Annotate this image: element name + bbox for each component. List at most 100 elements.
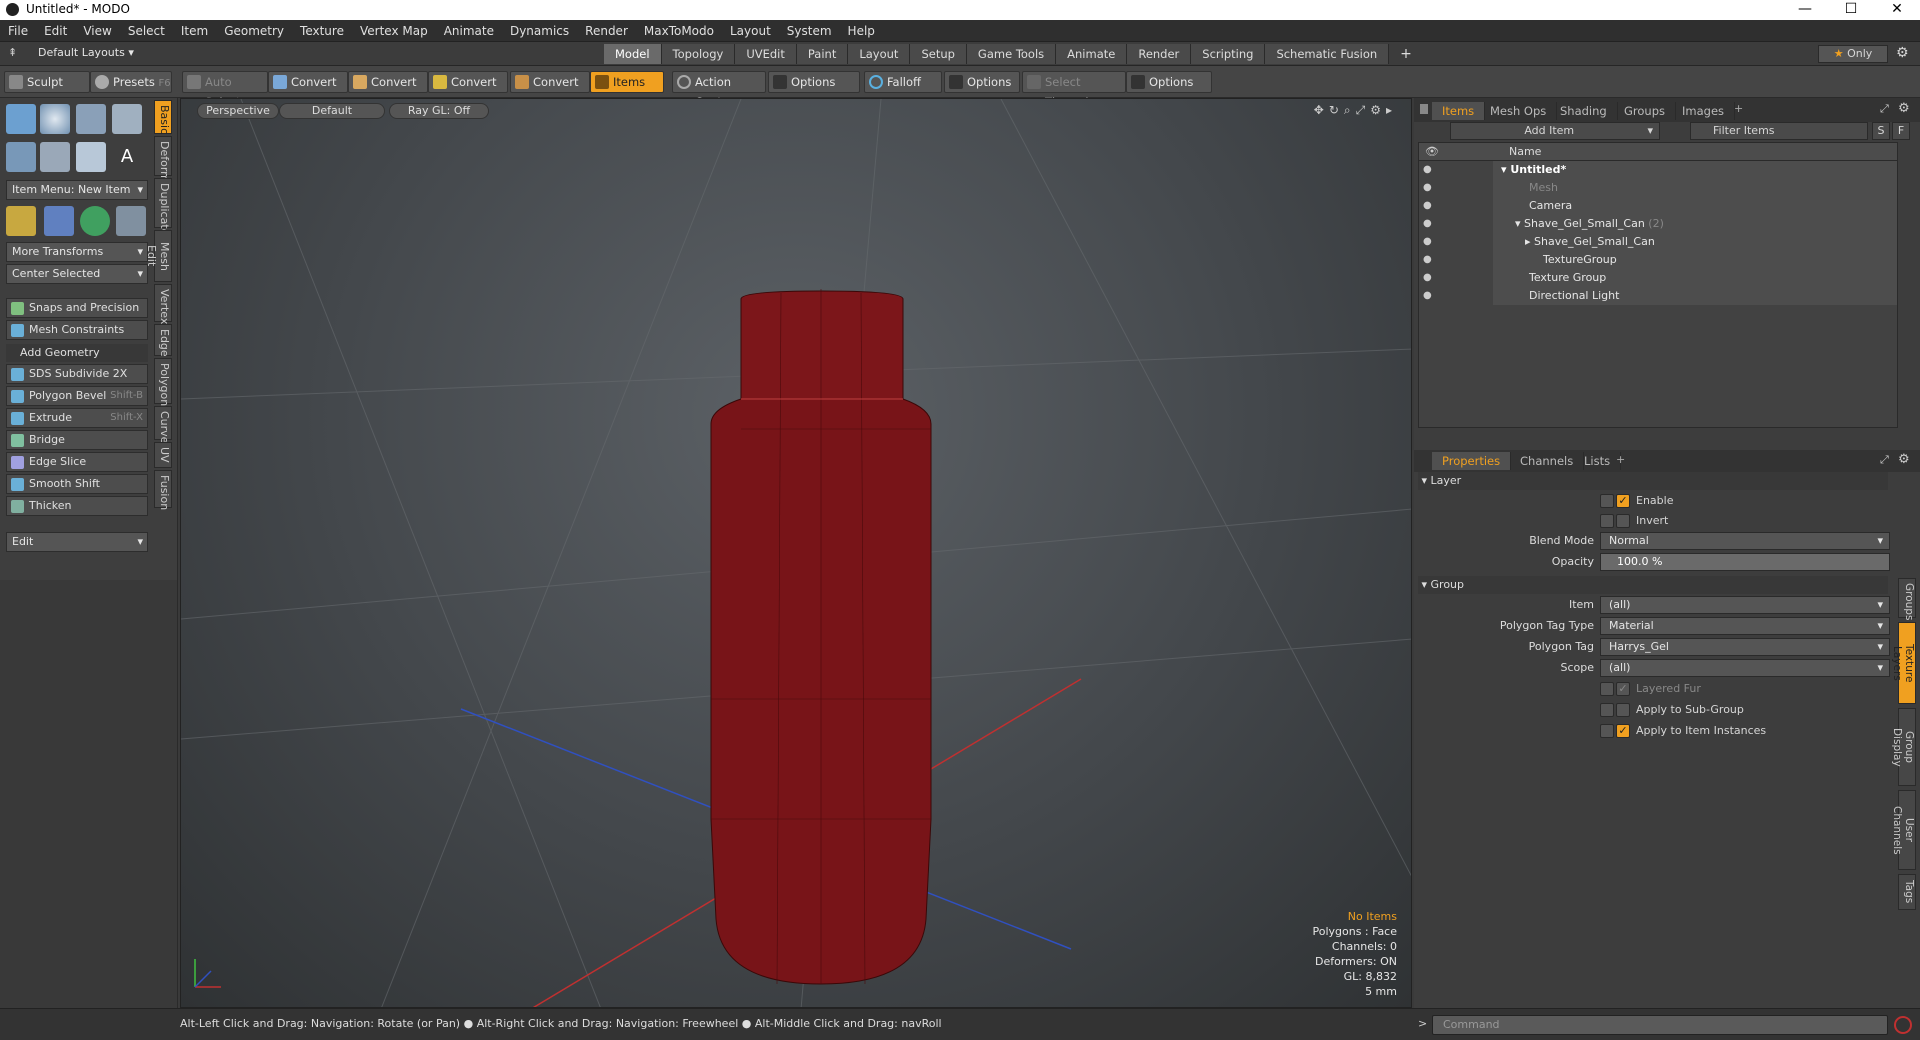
options-button-1[interactable]: Options — [768, 71, 860, 93]
tab-mesh-ops[interactable]: Mesh Ops — [1480, 102, 1558, 120]
side-tab-groups[interactable]: Groups — [1898, 578, 1916, 620]
gear-icon[interactable]: ⚙ — [1896, 45, 1909, 61]
item-select[interactable]: (all) — [1600, 596, 1890, 614]
apply-inst-toggle-off[interactable] — [1600, 724, 1614, 738]
tab-render[interactable]: Render — [1127, 44, 1192, 64]
s-button[interactable]: S — [1872, 122, 1890, 140]
text-tool-icon[interactable]: A — [112, 142, 142, 172]
invert-checkbox[interactable] — [1616, 514, 1630, 528]
tree-row-texturegroup[interactable]: ● TextureGroup — [1419, 251, 1895, 269]
tab-shading[interactable]: Shading — [1550, 102, 1618, 120]
menu-system[interactable]: System — [779, 20, 840, 42]
layer-section-header[interactable]: ▾ Layer — [1418, 472, 1888, 490]
pin-icon[interactable]: ⇞ — [8, 46, 17, 59]
f-button[interactable]: F — [1892, 122, 1910, 140]
vtab-fusion[interactable]: Fusion — [154, 470, 172, 510]
eye-icon[interactable]: ● — [1423, 272, 1435, 284]
bridge-button[interactable]: Bridge — [6, 430, 148, 450]
select-through-button[interactable]: Select Through — [1022, 71, 1126, 109]
vtab-basic[interactable]: Basic — [154, 100, 172, 134]
tree-row-mesh[interactable]: ● Mesh — [1419, 179, 1895, 197]
vtab-uv[interactable]: UV — [154, 442, 172, 468]
apply-item-instances-checkbox[interactable]: ✓ — [1616, 724, 1630, 738]
close-button[interactable]: ✕ — [1874, 0, 1920, 20]
filter-items-input[interactable]: Filter Items — [1690, 122, 1868, 140]
enable-toggle-off[interactable] — [1600, 494, 1614, 508]
menu-help[interactable]: Help — [840, 20, 883, 42]
edge-slice-button[interactable]: Edge Slice — [6, 452, 148, 472]
opacity-slider[interactable]: 100.0 % — [1600, 553, 1890, 571]
cube-icon[interactable] — [6, 104, 36, 134]
raygl-button[interactable]: Ray GL: Off — [389, 103, 489, 119]
options-button-2[interactable]: Options — [944, 71, 1020, 93]
tab-scripting[interactable]: Scripting — [1191, 44, 1266, 64]
eye-icon[interactable]: ● — [1423, 164, 1435, 176]
maximize-panel-icon[interactable]: ⤢ — [1880, 453, 1889, 467]
menu-view[interactable]: View — [75, 20, 119, 42]
convert-edge-button[interactable]: Convert — [348, 71, 428, 93]
add-tab-button[interactable]: + — [1389, 44, 1423, 64]
eye-icon[interactable]: ● — [1423, 218, 1435, 230]
transform-icon[interactable] — [6, 206, 36, 236]
item-menu-dropdown[interactable]: Item Menu: New Item — [6, 180, 148, 200]
tree-row-shave-gel-mesh[interactable]: ● ▸ Shave_Gel_Small_Can — [1419, 233, 1895, 251]
layered-fur-checkbox[interactable]: ✓ — [1616, 682, 1630, 696]
tab-lists[interactable]: Lists — [1574, 452, 1622, 470]
tab-topology[interactable]: Topology — [661, 44, 736, 64]
sculpt-button[interactable]: Sculpt — [4, 71, 90, 93]
blend-mode-select[interactable]: Normal — [1600, 532, 1890, 550]
group-section-header[interactable]: ▾ Group — [1418, 576, 1888, 594]
enable-checkbox[interactable]: ✓ — [1616, 494, 1630, 508]
convert-polygon-button[interactable]: Convert — [428, 71, 508, 93]
cylinder-icon[interactable] — [76, 104, 106, 134]
apply-sub-group-checkbox[interactable] — [1616, 703, 1630, 717]
maximize-button[interactable]: ☐ — [1828, 0, 1874, 20]
tab-paint[interactable]: Paint — [796, 44, 849, 64]
vtab-mesh-edit[interactable]: Mesh Edit — [145, 230, 172, 282]
vtab-polygon[interactable]: Polygon — [154, 358, 172, 406]
tree-row-directional-light[interactable]: ● Directional Light — [1419, 287, 1895, 305]
tab-groups[interactable]: Groups — [1614, 102, 1677, 120]
thicken-button[interactable]: Thicken — [6, 496, 148, 516]
vtab-deform[interactable]: Deform — [154, 136, 172, 182]
record-icon[interactable] — [1894, 1016, 1912, 1034]
menu-maxtomodo[interactable]: MaxToModo — [636, 20, 722, 42]
grid-icon[interactable] — [44, 206, 74, 236]
command-input[interactable]: Command — [1432, 1015, 1888, 1035]
layout-select[interactable]: Default Layouts ▾ — [38, 46, 134, 59]
apply-sub-toggle-off[interactable] — [1600, 703, 1614, 717]
add-geometry-header[interactable]: Add Geometry — [6, 344, 148, 362]
side-tab-texture-layers[interactable]: Texture Layers — [1891, 622, 1916, 704]
items-mode-button[interactable]: Items — [590, 71, 664, 93]
tree-row-texture-group[interactable]: ● Texture Group — [1419, 269, 1895, 287]
layered-fur-toggle-off[interactable] — [1600, 682, 1614, 696]
mesh-constraints-button[interactable]: Mesh Constraints — [6, 320, 148, 340]
view-type-button[interactable]: Perspective — [197, 103, 279, 119]
rotate-icon[interactable] — [80, 206, 110, 236]
smooth-shift-button[interactable]: Smooth Shift — [6, 474, 148, 494]
auto-select-button[interactable]: Auto Select — [182, 71, 268, 109]
tab-game-tools[interactable]: Game Tools — [966, 44, 1057, 64]
presets-button[interactable]: Presets F6 — [90, 71, 172, 93]
menu-layout[interactable]: Layout — [722, 20, 779, 42]
convert-vertex-button[interactable]: Convert — [268, 71, 348, 93]
scope-select[interactable]: (all) — [1600, 659, 1890, 677]
tab-layout[interactable]: Layout — [848, 44, 911, 64]
polygon-tag-type-select[interactable]: Material — [1600, 617, 1890, 635]
vtab-edge[interactable]: Edge — [154, 324, 172, 357]
tab-images[interactable]: Images — [1672, 102, 1736, 120]
panel-gear-icon[interactable]: ⚙ — [1898, 101, 1910, 116]
menu-vertex-map[interactable]: Vertex Map — [352, 20, 436, 42]
snaps-precision-button[interactable]: Snaps and Precision — [6, 298, 148, 318]
sds-subdivide-button[interactable]: SDS Subdivide 2X — [6, 364, 148, 384]
side-tab-user-channels[interactable]: User Channels — [1891, 790, 1916, 870]
ellipsoid-icon[interactable] — [76, 142, 106, 172]
menu-animate[interactable]: Animate — [436, 20, 502, 42]
add-tab-icon[interactable]: + — [1616, 453, 1625, 466]
tab-setup[interactable]: Setup — [910, 44, 967, 64]
eye-icon[interactable]: ● — [1423, 290, 1435, 302]
side-tab-tags[interactable]: Tags — [1898, 874, 1916, 910]
capsule-icon[interactable] — [40, 142, 70, 172]
tab-properties[interactable]: Properties — [1432, 452, 1512, 470]
tree-row-untitled[interactable]: ● ▾ Untitled* — [1419, 161, 1895, 179]
